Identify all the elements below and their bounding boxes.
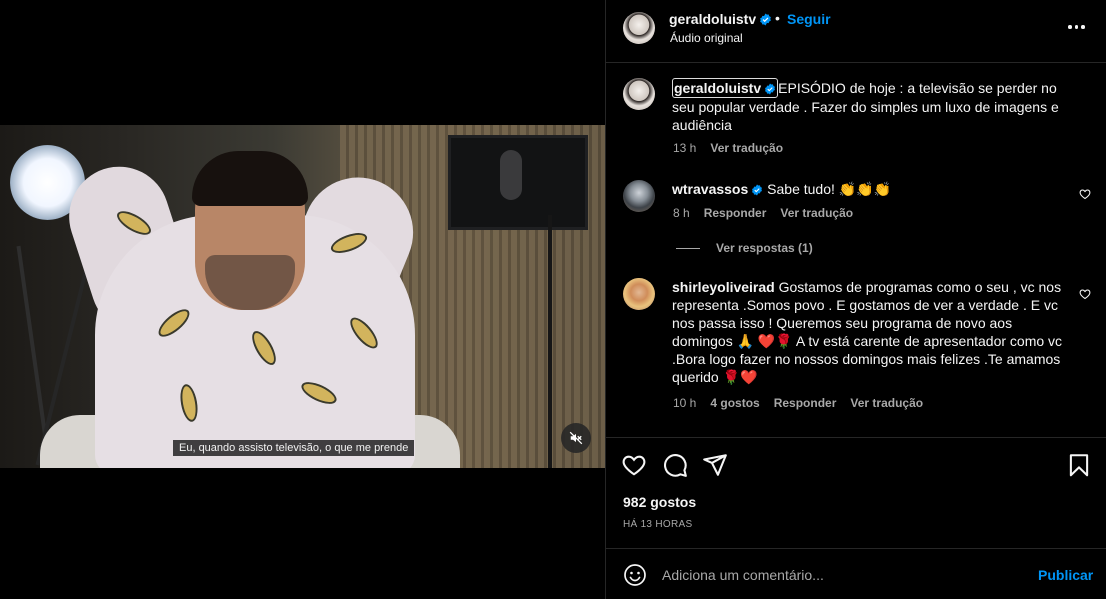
verified-badge-icon	[760, 13, 772, 26]
avatar[interactable]	[623, 12, 655, 44]
caption-translate-link[interactable]: Ver tradução	[710, 141, 783, 155]
caption-username-box[interactable]: geraldoluistv	[672, 78, 779, 98]
comment-time[interactable]: 10 h	[673, 396, 696, 410]
comment-username[interactable]: shirleyoliveirad	[672, 279, 775, 295]
comment-meta: 10 h 4 gostos Responder Ver tradução	[673, 396, 937, 410]
author-username-text[interactable]: geraldoluistv	[669, 11, 756, 27]
comment-likes[interactable]: 4 gostos	[710, 396, 759, 410]
reply-button[interactable]: Responder	[704, 206, 767, 220]
comment-body: shirleyoliveirad Gostamos de programas c…	[672, 278, 1067, 386]
avatar[interactable]	[623, 78, 655, 110]
heart-icon[interactable]	[621, 452, 647, 478]
view-replies-button[interactable]: Ver respostas (1)	[676, 240, 813, 256]
translate-link[interactable]: Ver tradução	[780, 206, 853, 220]
action-bar: 982 gostos HÁ 13 HORAS	[606, 438, 1106, 549]
post-header: geraldoluistv • Seguir Áudio original	[606, 0, 1106, 63]
follow-button[interactable]: Seguir	[787, 11, 831, 27]
comment-time[interactable]: 8 h	[673, 206, 690, 220]
add-comment-bar: Publicar	[606, 550, 1106, 599]
post-panel: geraldoluistv • Seguir Áudio original ge…	[605, 0, 1106, 599]
like-comment-heart-icon[interactable]	[1079, 288, 1091, 300]
comment-text: Sabe tudo! 👏👏👏	[767, 181, 892, 197]
media-pane: Eu, quando assisto televisão, o que me p…	[0, 0, 605, 599]
comment-username[interactable]: wtravassos	[672, 181, 748, 197]
person-hair	[192, 151, 308, 206]
likes-count[interactable]: 982 gostos	[623, 494, 696, 510]
microphone	[500, 150, 522, 200]
caption-username[interactable]: geraldoluistv	[674, 80, 761, 96]
author-username[interactable]: geraldoluistv	[669, 11, 772, 27]
view-replies-label[interactable]: Ver respostas (1)	[716, 241, 813, 255]
more-icon	[1068, 25, 1072, 29]
comment-body: wtravassos Sabe tudo! 👏👏👏	[672, 180, 1062, 198]
more-options-button[interactable]	[1068, 20, 1090, 34]
post-time-ago: HÁ 13 HORAS	[623, 519, 693, 530]
video-subtitle: Eu, quando assisto televisão, o que me p…	[173, 440, 415, 456]
avatar[interactable]	[623, 180, 655, 212]
verified-badge-icon	[752, 184, 763, 196]
replies-line	[676, 247, 700, 249]
audio-label[interactable]: Áudio original	[670, 31, 743, 45]
bookmark-icon[interactable]	[1066, 452, 1092, 478]
speaker-muted-icon	[569, 431, 583, 445]
emoji-icon[interactable]	[623, 563, 647, 587]
mute-button[interactable]	[561, 423, 591, 453]
reply-button[interactable]: Responder	[774, 396, 837, 410]
caption-time[interactable]: 13 h	[673, 141, 696, 155]
comments-section[interactable]: geraldoluistv EPISÓDIO de hoje : a televi…	[606, 64, 1106, 438]
caption-meta: 13 h Ver tradução	[673, 141, 797, 155]
like-comment-heart-icon[interactable]	[1079, 188, 1091, 200]
share-icon[interactable]	[702, 452, 728, 478]
caption: geraldoluistv EPISÓDIO de hoje : a televi…	[672, 78, 1082, 134]
more-icon	[1074, 25, 1078, 29]
more-icon	[1081, 25, 1085, 29]
comment-icon[interactable]	[662, 452, 688, 478]
publish-button[interactable]: Publicar	[1038, 567, 1093, 583]
comment-meta: 8 h Responder Ver tradução	[673, 206, 867, 220]
avatar[interactable]	[623, 278, 655, 310]
translate-link[interactable]: Ver tradução	[850, 396, 923, 410]
verified-badge-icon	[765, 83, 776, 95]
separator-dot: •	[775, 10, 780, 26]
comment-input[interactable]	[662, 564, 1022, 586]
video-player[interactable]	[0, 125, 605, 468]
mic-stand	[548, 215, 552, 468]
